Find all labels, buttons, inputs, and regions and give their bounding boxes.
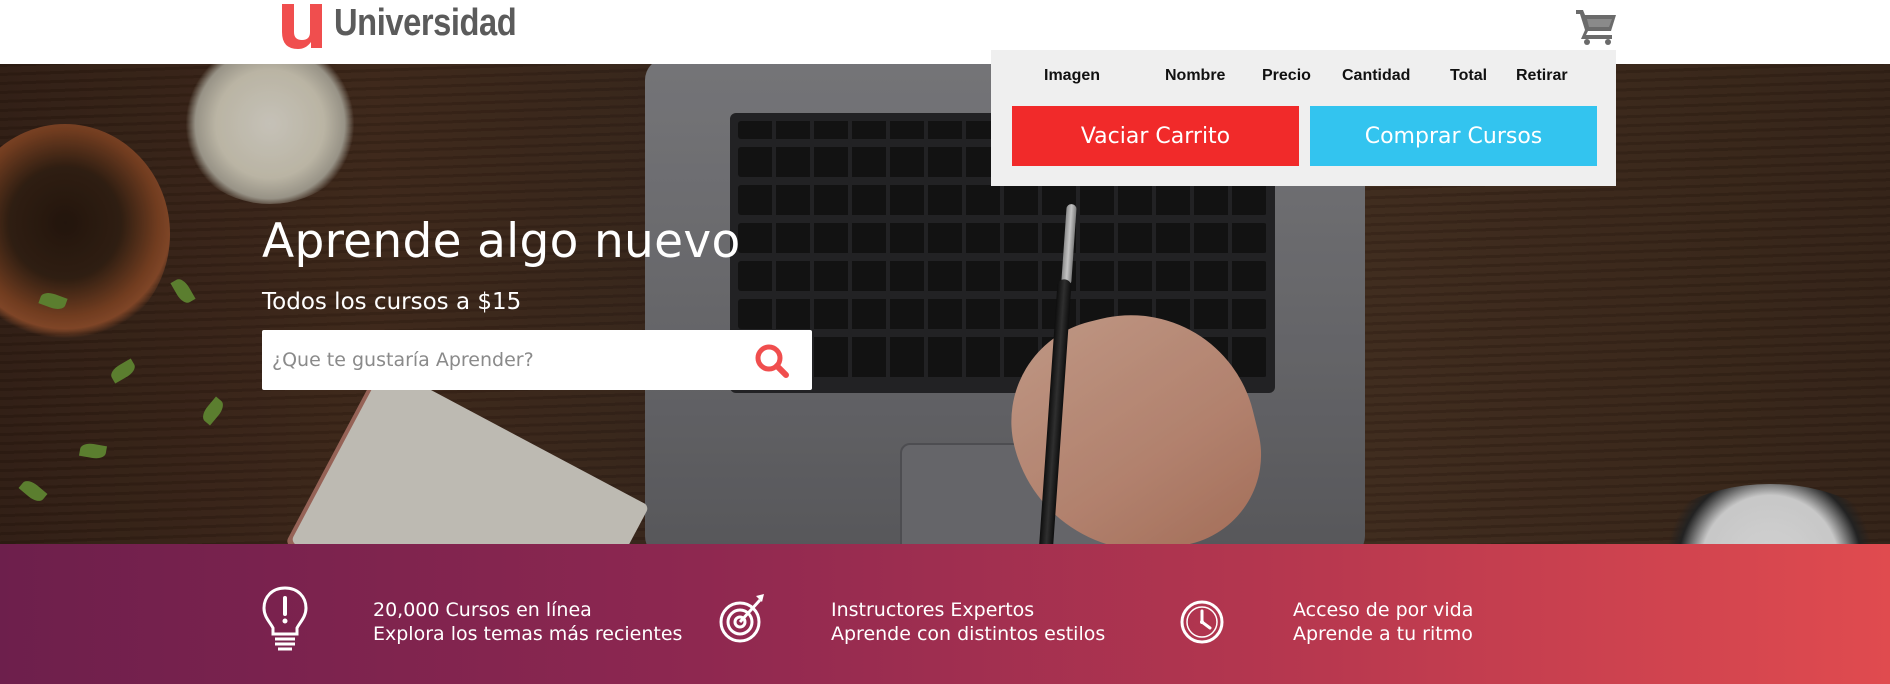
search-icon[interactable] — [752, 342, 792, 380]
feature-title: Instructores Expertos — [831, 599, 1035, 621]
feature-text: Acceso de por vida Aprende a tu ritmo — [1293, 598, 1473, 646]
logo-mark — [280, 2, 330, 50]
feature-title: Acceso de por vida — [1293, 599, 1474, 621]
target-icon — [718, 584, 768, 654]
search-input[interactable] — [272, 330, 742, 390]
logo-text: Universidad — [334, 2, 517, 44]
hero-subtitle: Todos los cursos a $15 — [262, 289, 522, 315]
logo-link[interactable]: Universidad — [280, 2, 546, 52]
cart-col-total: Total — [1450, 67, 1488, 84]
cart-col-imagen: Imagen — [1044, 67, 1101, 84]
logo-u-icon — [282, 4, 322, 49]
search-form — [262, 330, 812, 390]
cart-col-retirar: Retirar — [1516, 67, 1568, 84]
cart-dropdown: Imagen Nombre Precio Cantidad Total Reti… — [991, 50, 1616, 186]
feature-title: 20,000 Cursos en línea — [373, 599, 592, 621]
hero-content: Aprende algo nuevo Todos los cursos a $1… — [262, 214, 741, 315]
cart-table-header: Imagen Nombre Precio Cantidad Total Reti… — [991, 67, 1616, 87]
empty-cart-button[interactable]: Vaciar Carrito — [1012, 106, 1299, 166]
lightbulb-icon — [260, 584, 310, 654]
shopping-cart-icon[interactable] — [1574, 6, 1618, 46]
buy-courses-button[interactable]: Comprar Cursos — [1310, 106, 1597, 166]
feature-description: Explora los temas más recientes — [373, 623, 683, 645]
feature-description: Aprende con distintos estilos — [831, 623, 1106, 645]
feature-text: Instructores Expertos Aprende con distin… — [831, 598, 1105, 646]
hero-title: Aprende algo nuevo — [262, 214, 741, 269]
cart-col-nombre: Nombre — [1165, 67, 1226, 84]
feature-description: Aprende a tu ritmo — [1293, 623, 1473, 645]
cart-col-precio: Precio — [1262, 67, 1311, 84]
cart-col-cantidad: Cantidad — [1342, 67, 1411, 84]
clock-icon — [1177, 584, 1227, 654]
features-bar: 20,000 Cursos en línea Explora los temas… — [0, 544, 1890, 684]
feature-text: 20,000 Cursos en línea Explora los temas… — [373, 598, 682, 646]
